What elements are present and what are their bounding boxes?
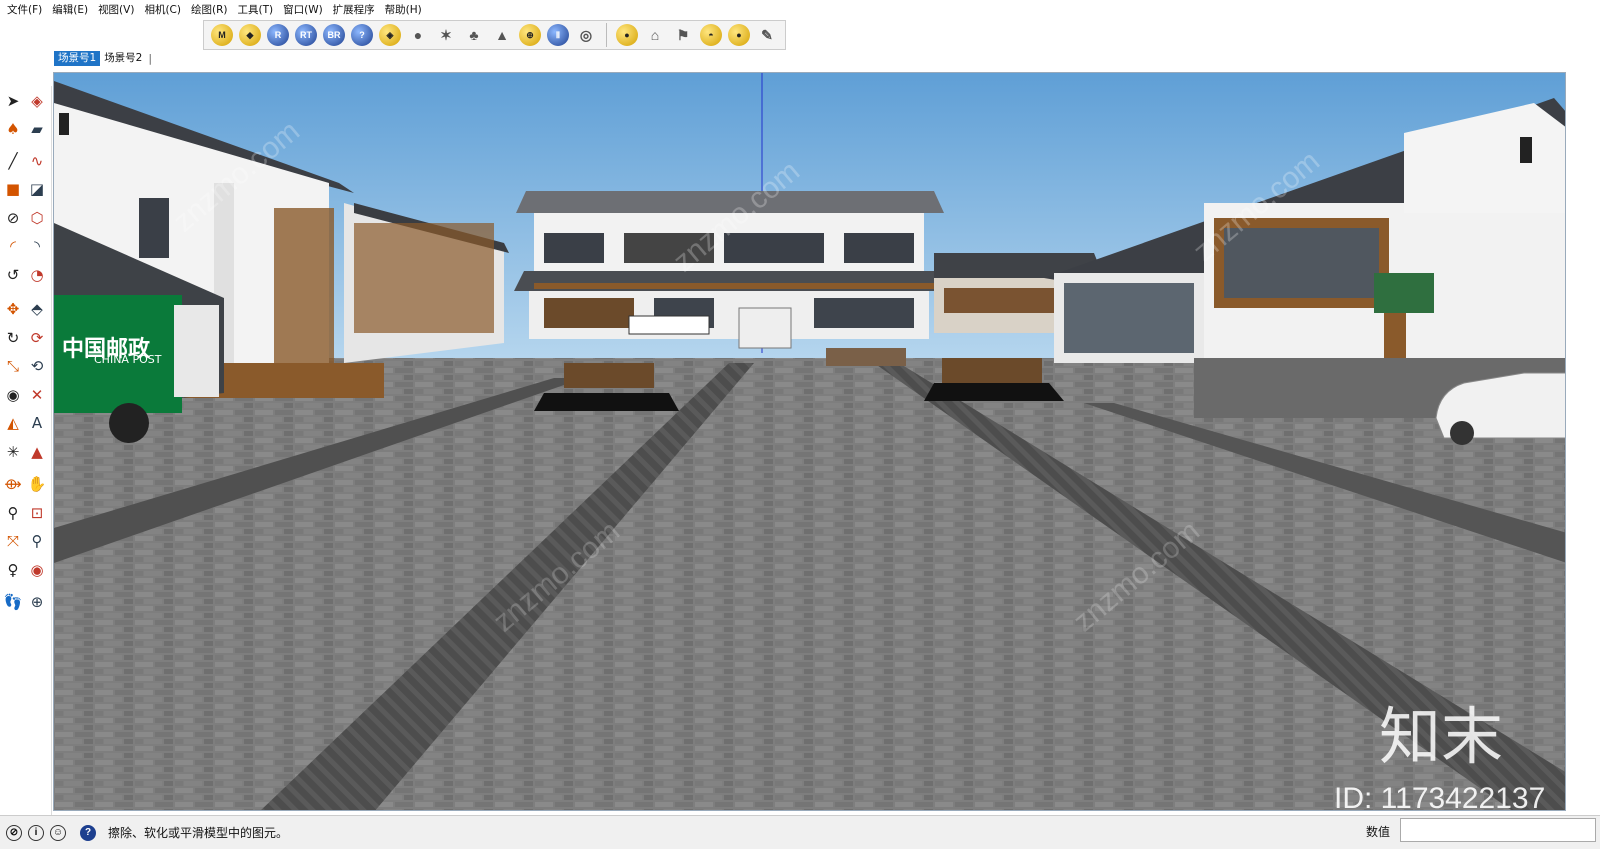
dimension-icon[interactable]: ✕ [26,384,48,406]
menu-item-2[interactable]: 视图(V) [93,0,139,20]
rotated-rectangle-icon[interactable]: ◪ [26,179,48,201]
rt-badge-icon[interactable]: RT [295,24,317,46]
arc-3pt-icon[interactable]: ↺ [2,264,24,286]
zoom-extents-icon[interactable]: ⤧ [2,531,24,553]
component-icon[interactable]: ◈ [26,90,48,112]
menu-bar: 文件(F) 编辑(E) 视图(V) 相机(C) 绘图(R) 工具(T) 窗口(W) 扩展程序帮… [0,0,1600,20]
watermark-id: ID: 1173422137 [1334,782,1545,811]
tab-scene-1[interactable]: 场景号1 [54,51,101,66]
pencil-line-icon[interactable]: ╱ [2,150,24,172]
watermark-brand: 知末 [1379,703,1503,772]
walk-icon[interactable]: 👣 [2,592,24,614]
pause-icon[interactable]: Ⅱ [547,24,569,46]
menu-item-5[interactable]: 工具(T) [232,0,278,20]
menu-item-3[interactable]: 相机(C) [139,0,186,20]
toolbar-group-lights: ● ⌂ ⚑ ◓ ● ✎ [613,24,781,46]
br-badge-icon[interactable]: BR [323,24,345,46]
text-icon[interactable]: A [26,413,48,435]
measurements-label: 数值 [1366,825,1391,839]
3d-text-icon[interactable]: ▲ [26,441,48,463]
orb-icon[interactable]: ● [728,24,750,46]
move-icon[interactable]: ✥ [2,299,24,321]
help-circle-icon[interactable]: ? [351,24,373,46]
scale-icon[interactable]: ⤡ [2,356,24,378]
pan-hand-icon[interactable]: ✋ [26,474,48,496]
color-wheel-icon[interactable]: ◎ [575,24,597,46]
truck-sign-en: CHINA POST [94,353,162,366]
eraser-icon[interactable]: ▰ [26,119,48,141]
previous-view-icon[interactable]: ⚲ [26,531,48,553]
r-badge-icon[interactable]: R [267,24,289,46]
extension-toolbar: M ◆ R RT BR? ◈ ● ✶ ♣ ▲ ⊕ Ⅱ ◎ ● ⌂ ⚑ ◓ ● ✎ [203,20,786,50]
label-icon[interactable]: ◈ [379,24,401,46]
orbit-icon[interactable]: ⟴ [2,474,24,496]
instructor-help-icon[interactable]: ? [80,824,96,841]
landscape-icon[interactable]: ▲ [491,24,513,46]
offset-icon[interactable]: ⟲ [26,356,48,378]
menu-item-7[interactable]: 扩展程序 [328,0,380,20]
m-badge-icon[interactable]: M [211,24,233,46]
paint-bucket-icon[interactable]: ♠ [2,119,24,141]
tape-measure-icon[interactable]: ◉ [2,384,24,406]
lamp-icon[interactable]: ⌂ [644,24,666,46]
freehand-icon[interactable]: ∿ [26,150,48,172]
follow-me-icon[interactable]: ⟳ [26,327,48,349]
rotate-icon[interactable]: ↻ [2,327,24,349]
credits-icon[interactable]: i [28,824,44,841]
zoom-window-icon[interactable]: ⊡ [26,502,48,524]
tab-divider: | [148,52,153,65]
toolbar-separator [606,23,607,47]
mesh-icon[interactable]: ✶ [435,24,457,46]
axes-icon[interactable]: ✳ [2,441,24,463]
menu-item-6[interactable]: 窗口(W) [278,0,328,20]
status-hint-text: 擦除、软化或平滑模型中的图元。 [108,826,289,840]
scene-tabs: 场景号1 场景号2 | [54,50,152,67]
user-icon[interactable]: ☺ [50,824,66,841]
section-plane-icon[interactable]: ⊕ [26,592,48,614]
large-tool-set: ➤ ◈ ♠ ▰ ╱ ∿ ■ ◪ ⊘ ⬡ ◜ ◝ ↺ ◔ ✥ ⬘ ↻ ⟳ ⤡ ⟲ ◉ ✕ ◭ A ✳ ▲ ⟴ ✋ ⚲ ⊡ ⤧ ⚲ ♀ ◉ 👣 ⊕ [0,86,52,816]
menu-item-8[interactable]: 帮助(H) [380,0,427,20]
tree-icon[interactable]: ♣ [463,24,485,46]
arc-icon[interactable]: ◜ [2,236,24,258]
pie-icon[interactable]: ◔ [26,264,48,286]
select-arrow-icon[interactable]: ➤ [2,90,24,112]
tab-scene-2[interactable]: 场景号2 [100,51,146,66]
circle-icon[interactable]: ⊘ [2,207,24,229]
protractor-icon[interactable]: ◭ [2,413,24,435]
menu-item-4[interactable]: 绘图(R) [186,0,233,20]
status-bar: ⊘ i ☺ ? 擦除、软化或平滑模型中的图元。 [0,815,1600,849]
spotlight-icon[interactable]: ✎ [756,24,778,46]
position-camera-icon[interactable]: ♀ [2,559,24,581]
toolbar-group-render: M ◆ R RT BR? ◈ ● ✶ ♣ ▲ ⊕ Ⅱ ◎ [208,24,600,46]
scene-render: 中国邮政 CHINA POST 知末 ID: 1173422137 znzmo.… [54,73,1565,811]
hemisphere-icon[interactable]: ◓ [700,24,722,46]
zoom-icon[interactable]: ⚲ [2,502,24,524]
pavement [54,358,1565,810]
menu-item-1[interactable]: 编辑(E) [47,0,93,20]
push-pull-icon[interactable]: ⬘ [26,299,48,321]
tag-icon[interactable]: ◆ [239,24,261,46]
flag-icon[interactable]: ⚑ [672,24,694,46]
arc-2pt-icon[interactable]: ◝ [26,236,48,258]
3d-viewport[interactable]: 中国邮政 CHINA POST 知末 ID: 1173422137 znzmo.… [53,72,1566,811]
look-around-icon[interactable]: ◉ [26,559,48,581]
menu-item-0[interactable]: 文件(F) [2,0,47,20]
target-icon[interactable]: ⊕ [519,24,541,46]
rectangle-icon[interactable]: ■ [2,179,24,201]
polygon-icon[interactable]: ⬡ [26,207,48,229]
yellow-sphere-icon[interactable]: ● [616,24,638,46]
geo-location-icon[interactable]: ⊘ [6,824,22,841]
outdoor-table-center [826,348,906,366]
measurements-input[interactable] [1400,818,1596,842]
sphere-icon[interactable]: ● [407,24,429,46]
